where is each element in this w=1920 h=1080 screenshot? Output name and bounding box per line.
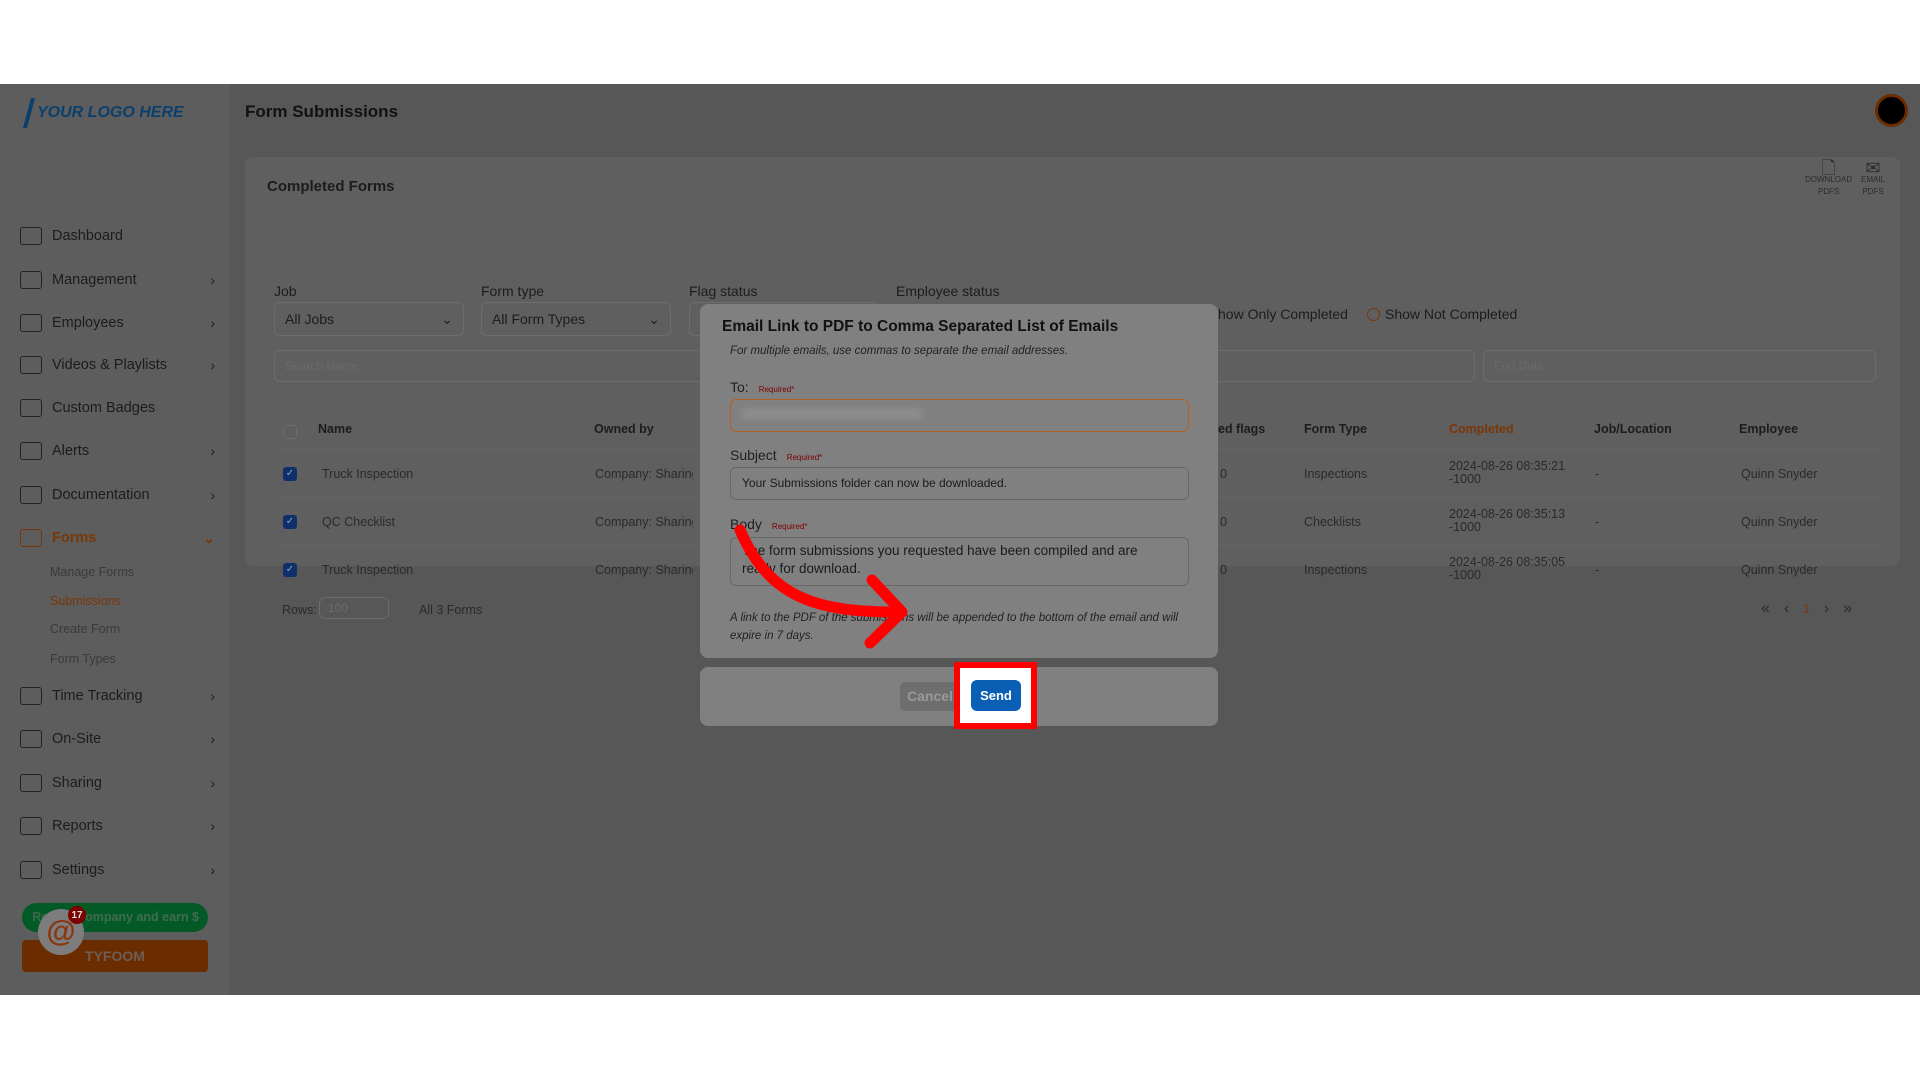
annotation-arrow xyxy=(734,524,908,649)
